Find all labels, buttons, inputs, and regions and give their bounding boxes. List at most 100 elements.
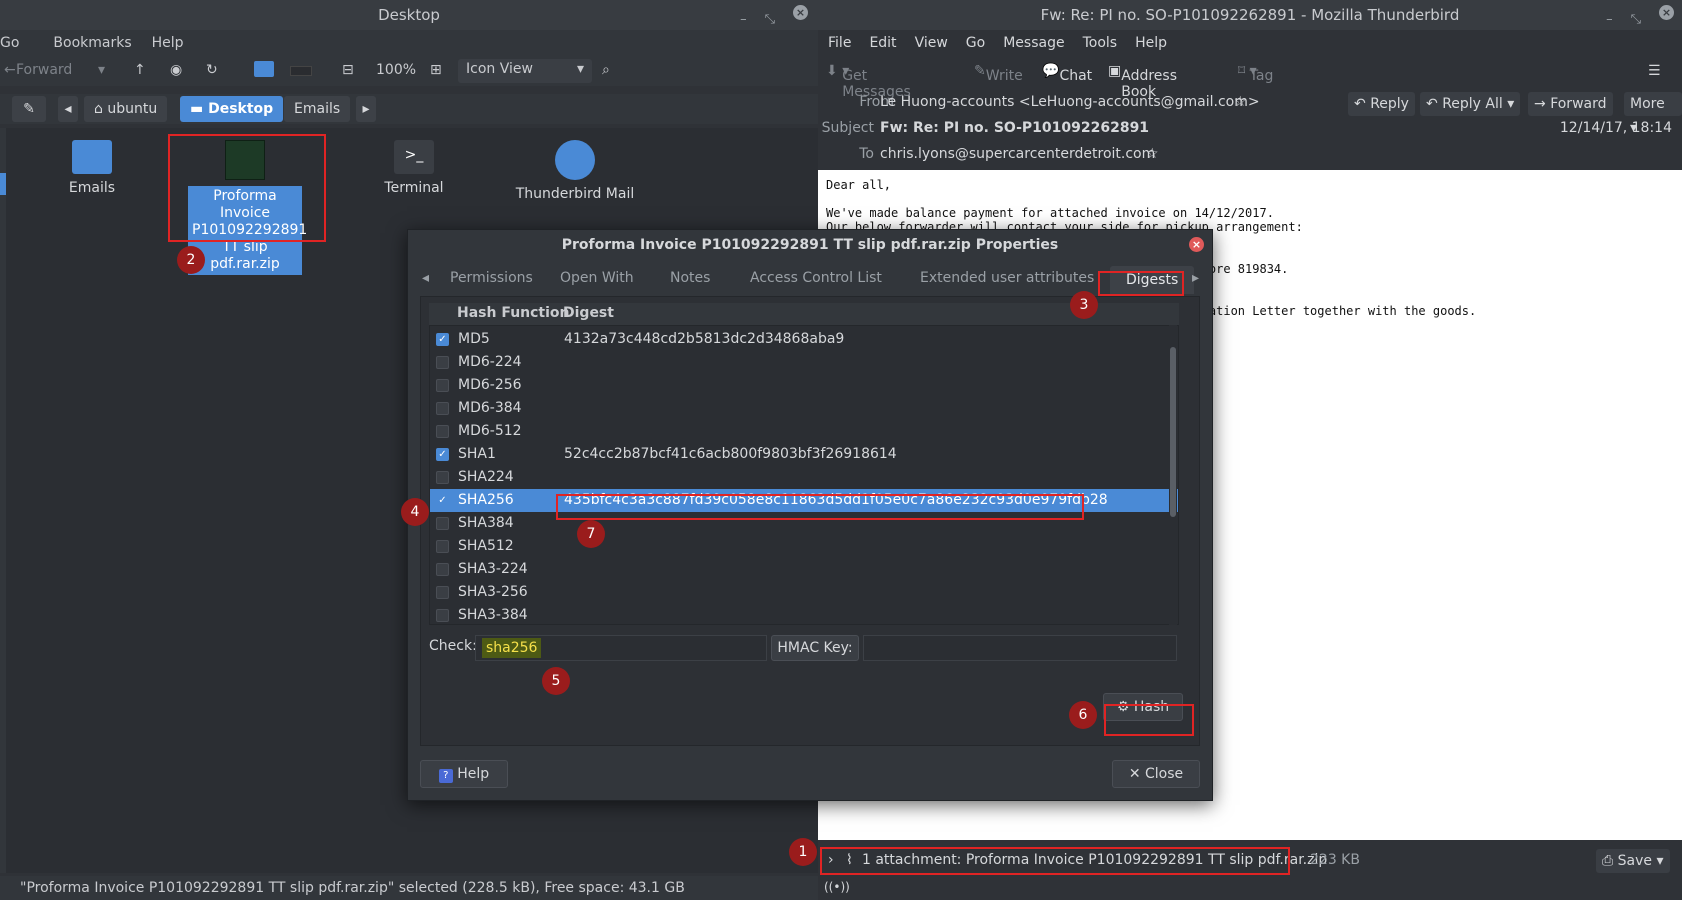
fm-title: Desktop xyxy=(378,6,440,24)
menu-hamburger-icon[interactable]: ☰ xyxy=(1648,63,1661,79)
desktop-icon-emails[interactable]: Emails xyxy=(52,140,132,197)
hash-row-sha224[interactable]: SHA224 xyxy=(430,466,1178,489)
close-icon[interactable]: × xyxy=(793,5,808,20)
zoom-out-icon[interactable]: ⊟ xyxy=(342,62,354,78)
hmac-key-button[interactable]: HMAC Key: xyxy=(771,635,859,661)
tab-extended-attributes[interactable]: Extended user attributes xyxy=(920,270,1094,286)
tab-notes[interactable]: Notes xyxy=(670,270,710,286)
tag-button[interactable]: ⌑ Tag ▾ xyxy=(1238,63,1273,84)
menu-go[interactable]: Go xyxy=(0,35,19,51)
close-x-icon: ✕ xyxy=(1128,766,1141,782)
hash-name: SHA224 xyxy=(458,469,514,485)
view-mode-label: Icon View xyxy=(466,61,533,77)
forward-button[interactable]: → Forward xyxy=(1528,92,1613,116)
hash-checkbox[interactable]: ✓ xyxy=(436,494,449,507)
hash-checkbox[interactable]: ✓ xyxy=(436,333,449,346)
hash-row-md5[interactable]: ✓ MD5 4132a73c448cd2b5813dc2d34868aba9 xyxy=(430,328,1178,351)
more-button[interactable]: More ▾ xyxy=(1624,92,1682,136)
path-left-arrow-icon[interactable]: ◂ xyxy=(58,96,78,122)
crumb-ubuntu[interactable]: ⌂ ubuntu xyxy=(84,96,168,122)
hash-name: MD5 xyxy=(458,331,490,347)
close-icon[interactable]: × xyxy=(1659,5,1674,20)
view-mode-select[interactable]: Icon View ▾ xyxy=(458,59,592,83)
computer-icon[interactable] xyxy=(290,66,312,76)
check-input[interactable]: sha256 xyxy=(475,635,767,661)
stop-icon[interactable]: ◉ xyxy=(170,62,182,78)
menu-help[interactable]: Help xyxy=(152,35,184,51)
menu-view[interactable]: View xyxy=(915,35,948,51)
tab-access-control-list[interactable]: Access Control List xyxy=(750,270,882,286)
digests-panel: Hash Function Digest ✓ MD5 4132a73c448cd2b… xyxy=(420,296,1200,746)
hash-checkbox[interactable] xyxy=(436,540,449,553)
hash-name: MD6-224 xyxy=(458,354,522,370)
edit-path-icon[interactable]: ✎ xyxy=(12,96,46,122)
tab-scroll-left-icon[interactable]: ◂ xyxy=(422,270,429,286)
chevron-down-icon[interactable]: ▾ xyxy=(98,62,105,78)
up-arrow-icon[interactable]: ↑ xyxy=(134,62,146,78)
menu-go[interactable]: Go xyxy=(966,35,985,51)
hash-name: MD6-512 xyxy=(458,423,522,439)
hash-checkbox[interactable] xyxy=(436,402,449,415)
address-book-button[interactable]: ▣ Address Book xyxy=(1108,63,1177,100)
desktop-icon-terminal[interactable]: >_ Terminal xyxy=(374,140,454,197)
desktop-icon-thunderbird[interactable]: Thunderbird Mail xyxy=(510,140,640,203)
hash-row-sha3-384[interactable]: SHA3-384 xyxy=(430,604,1178,624)
hash-checkbox[interactable] xyxy=(436,356,449,369)
search-icon[interactable]: ⌕ xyxy=(602,62,610,78)
menu-tools[interactable]: Tools xyxy=(1083,35,1118,51)
hash-name: SHA1 xyxy=(458,446,496,462)
menu-bookmarks[interactable]: Bookmarks xyxy=(53,35,131,51)
hash-row-md6-224[interactable]: MD6-224 xyxy=(430,351,1178,374)
to-value[interactable]: chris.lyons@supercarcenterdetroit.com xyxy=(880,146,1155,162)
menu-message[interactable]: Message xyxy=(1003,35,1064,51)
from-value[interactable]: Le Huong-accounts <LeHuong-accounts@gmai… xyxy=(880,94,1260,110)
hash-row-sha512[interactable]: SHA512 xyxy=(430,535,1178,558)
close-button[interactable]: ✕ Close xyxy=(1112,760,1200,788)
hash-checkbox[interactable]: ✓ xyxy=(436,448,449,461)
tab-open-with[interactable]: Open With xyxy=(560,270,634,286)
column-hash-function[interactable]: Hash Function xyxy=(457,305,570,321)
hash-checkbox[interactable] xyxy=(436,517,449,530)
home-folder-icon[interactable] xyxy=(254,61,274,77)
hash-checkbox[interactable] xyxy=(436,379,449,392)
column-digest[interactable]: Digest xyxy=(563,305,614,321)
subject-value: Fw: Re: PI no. SO-P101092262891 xyxy=(880,120,1150,136)
hash-row-md6-384[interactable]: MD6-384 xyxy=(430,397,1178,420)
tab-permissions[interactable]: Permissions xyxy=(450,270,533,286)
hmac-key-input[interactable] xyxy=(863,635,1177,661)
hash-row-md6-256[interactable]: MD6-256 xyxy=(430,374,1178,397)
hash-checkbox[interactable] xyxy=(436,471,449,484)
chat-button[interactable]: 💬 Chat xyxy=(1042,63,1092,84)
menu-help[interactable]: Help xyxy=(1135,35,1167,51)
tab-scroll-right-icon[interactable]: ▸ xyxy=(1192,270,1199,286)
forward-button[interactable]: Forward xyxy=(16,62,72,78)
list-scrollbar[interactable] xyxy=(1169,325,1177,625)
menu-file[interactable]: File xyxy=(828,35,851,51)
reply-button[interactable]: ↶ Reply xyxy=(1348,92,1415,116)
hash-checkbox[interactable] xyxy=(436,563,449,576)
hash-checkbox[interactable] xyxy=(436,609,449,622)
write-button[interactable]: ✎ Write xyxy=(974,63,1023,84)
get-messages-button[interactable]: ⬇ Get Messages ▾ xyxy=(826,63,911,100)
hash-row-sha3-224[interactable]: SHA3-224 xyxy=(430,558,1178,581)
crumb-emails[interactable]: Emails xyxy=(284,96,351,122)
reply-all-button[interactable]: ↶ Reply All ▾ xyxy=(1420,92,1521,116)
help-button[interactable]: ? Help xyxy=(420,760,508,788)
star-icon[interactable]: ☆ xyxy=(1234,94,1247,110)
hash-checkbox[interactable] xyxy=(436,425,449,438)
hash-row-sha3-256[interactable]: SHA3-256 xyxy=(430,581,1178,604)
hash-checkbox[interactable] xyxy=(436,586,449,599)
scrollbar-thumb[interactable] xyxy=(1170,347,1176,517)
close-icon[interactable]: × xyxy=(1189,237,1204,252)
crumb-desktop[interactable]: ▬ Desktop xyxy=(180,96,284,122)
star-icon[interactable]: ☆ xyxy=(1146,146,1159,162)
hash-row-sha1[interactable]: ✓ SHA1 52c4cc2b87bcf41c6acb800f9803bf3f269… xyxy=(430,443,1178,466)
zoom-in-icon[interactable]: ⊞ xyxy=(430,62,442,78)
reload-icon[interactable]: ↻ xyxy=(206,62,218,78)
check-input-value: sha256 xyxy=(482,638,542,658)
hash-row-md6-512[interactable]: MD6-512 xyxy=(430,420,1178,443)
path-right-arrow-icon[interactable]: ▸ xyxy=(356,96,376,122)
menu-edit[interactable]: Edit xyxy=(869,35,896,51)
save-button[interactable]: ⎙ Save ▾ xyxy=(1596,849,1670,873)
back-arrow-icon[interactable]: ← xyxy=(4,62,16,78)
